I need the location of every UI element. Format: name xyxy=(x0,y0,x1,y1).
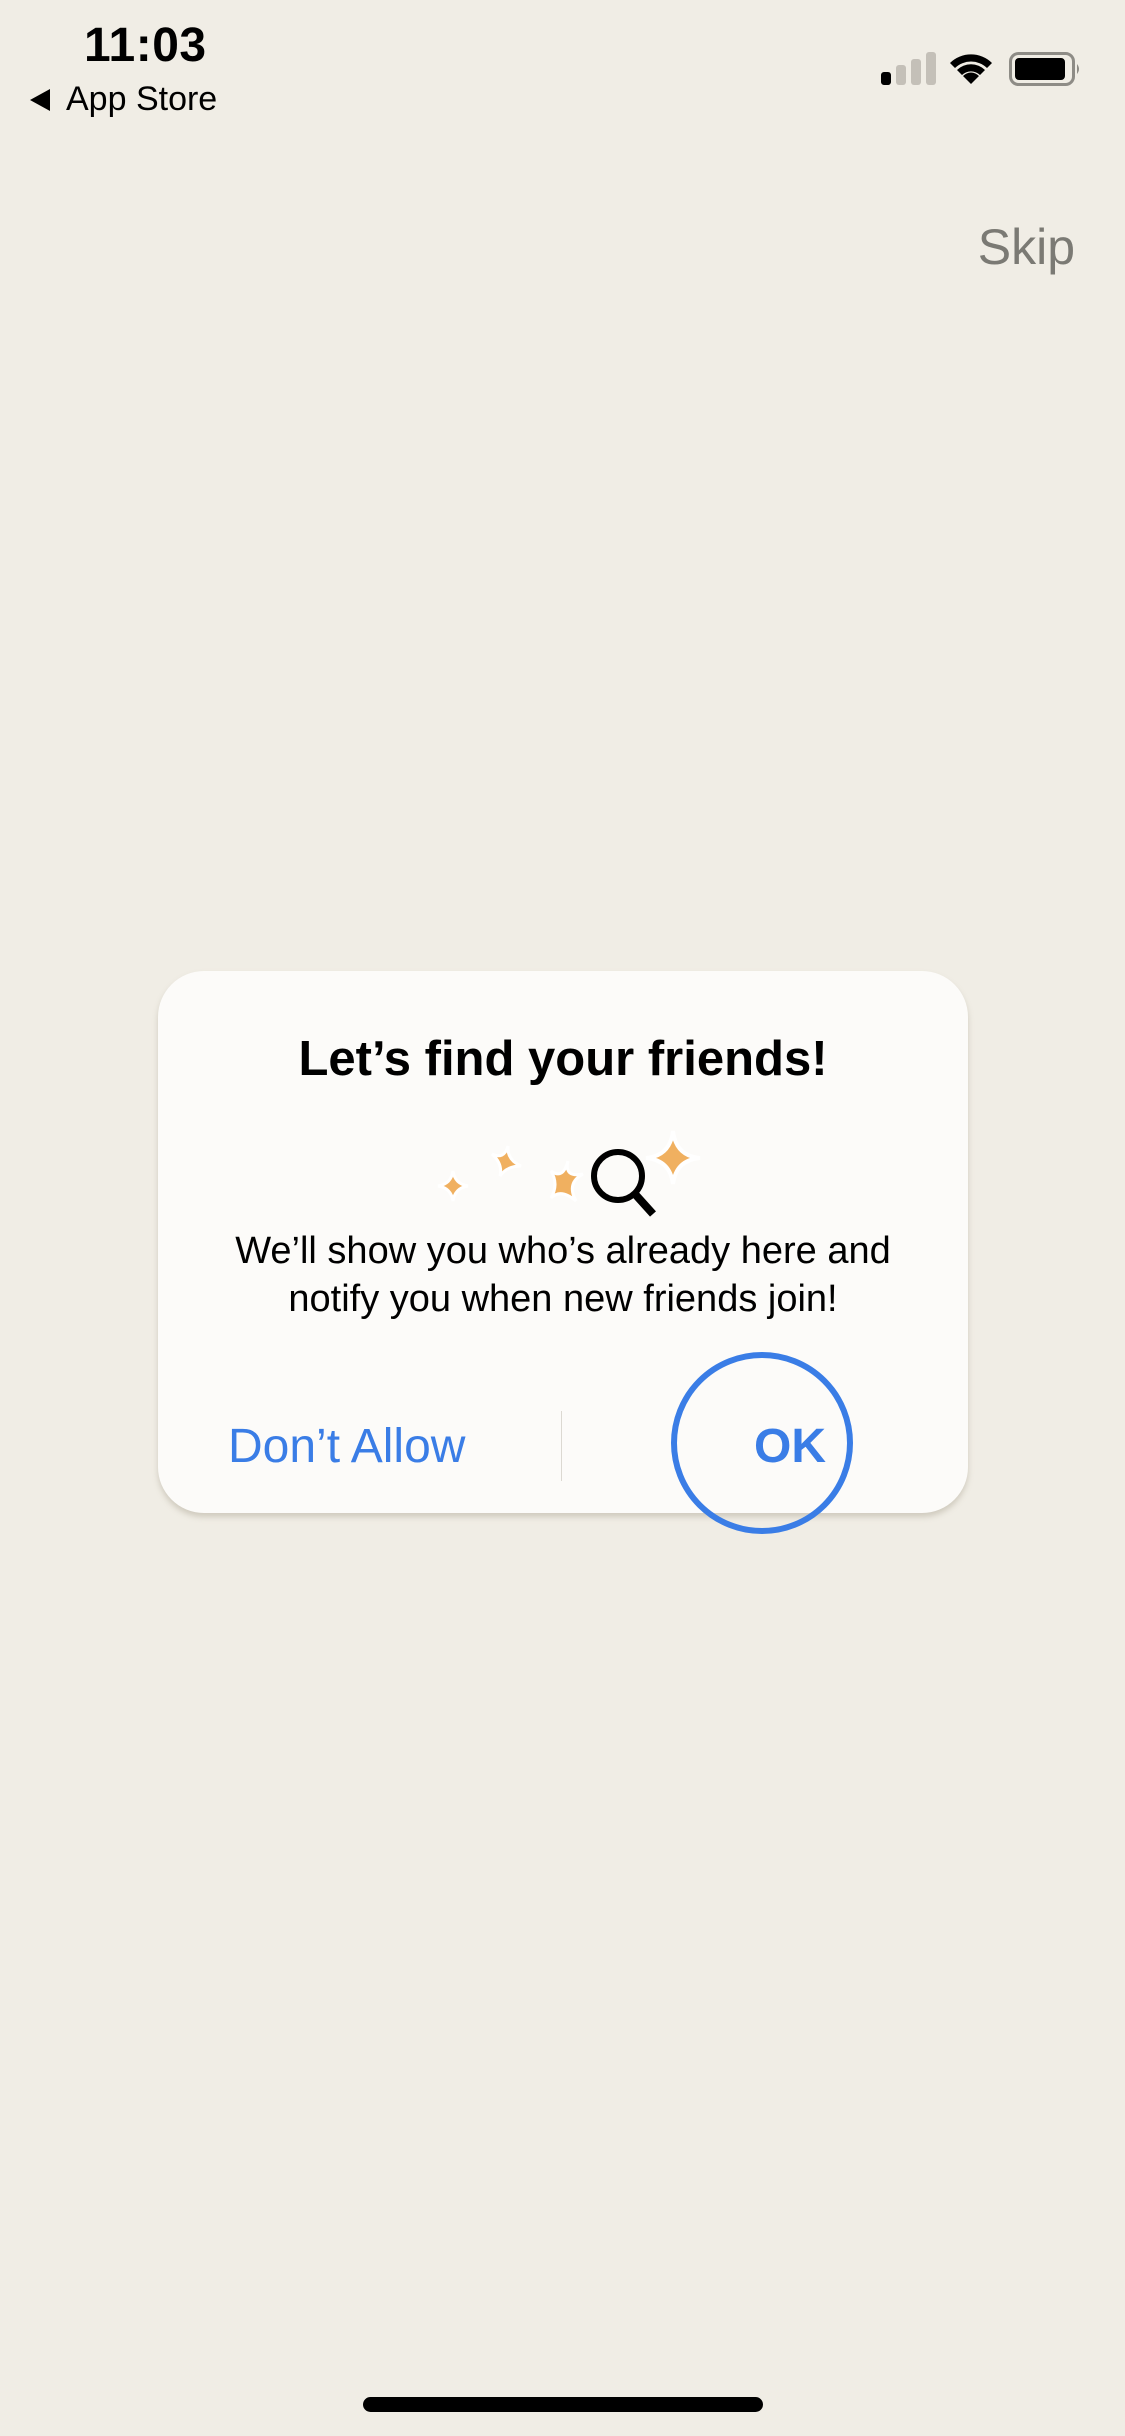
battery-icon xyxy=(1009,52,1079,86)
sparkle-icon xyxy=(645,1130,701,1185)
dialog-body: We’ll show you who’s already here and no… xyxy=(235,1230,891,1320)
ok-highlight-ring xyxy=(671,1352,853,1534)
dont-allow-button[interactable]: Don’t Allow xyxy=(228,1419,465,1474)
find-friends-illustration xyxy=(437,1130,701,1217)
back-triangle-icon xyxy=(30,88,50,111)
sparkle-icon xyxy=(437,1170,469,1202)
button-divider xyxy=(561,1411,562,1481)
status-time: 11:03 xyxy=(84,19,207,72)
status-bar: 11:03 App Store xyxy=(0,0,1125,130)
sparkle-icon xyxy=(549,1160,584,1203)
skip-button[interactable]: Skip xyxy=(978,218,1075,276)
home-indicator[interactable] xyxy=(363,2397,763,2412)
back-app-label: App Store xyxy=(66,80,218,118)
dialog-title: Let’s find your friends! xyxy=(298,1032,828,1086)
cellular-signal-icon xyxy=(881,52,936,85)
magnifier-icon xyxy=(591,1149,656,1217)
back-to-app-store[interactable]: App Store xyxy=(30,80,217,119)
sparkle-icon xyxy=(490,1145,522,1177)
wifi-icon xyxy=(950,54,992,84)
